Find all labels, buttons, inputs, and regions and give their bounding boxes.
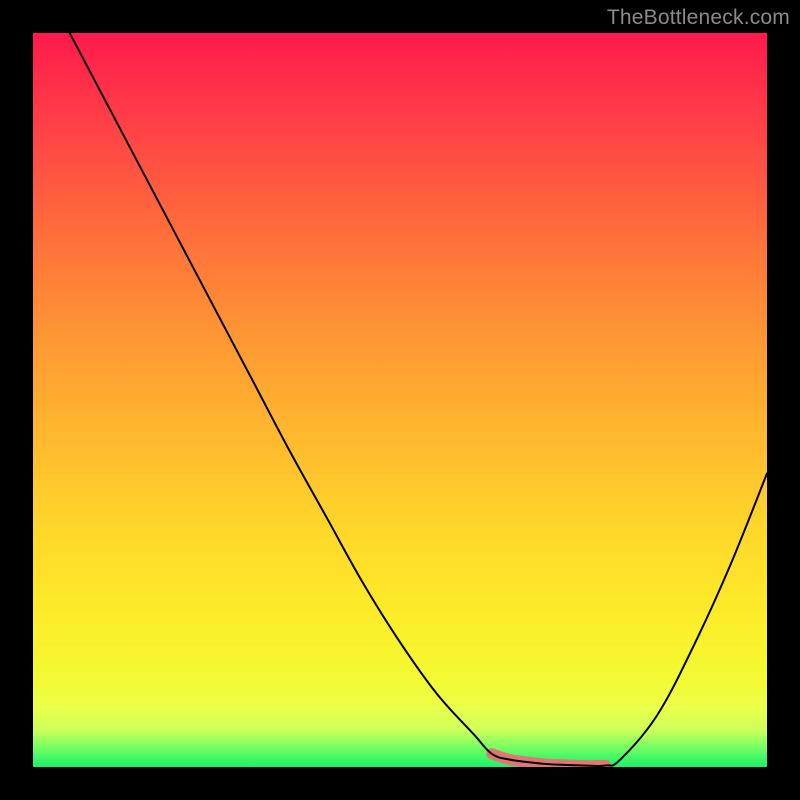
curve-layer	[33, 33, 767, 767]
bottleneck-curve	[70, 33, 767, 766]
attribution-text: TheBottleneck.com	[607, 6, 790, 30]
plot-area	[33, 33, 767, 767]
chart-frame: TheBottleneck.com	[0, 0, 800, 800]
